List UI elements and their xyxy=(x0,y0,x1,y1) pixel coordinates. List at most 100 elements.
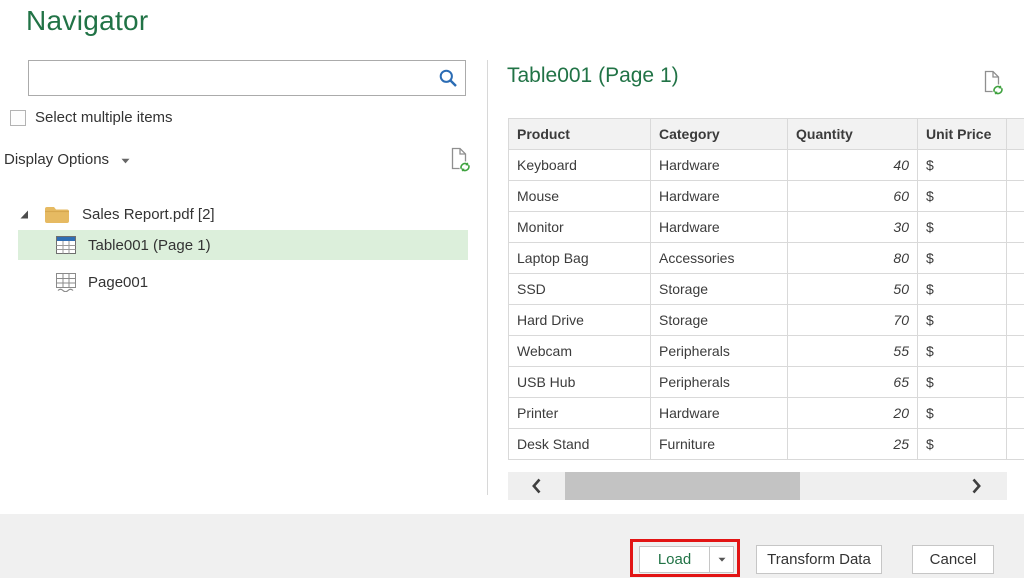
page-icon xyxy=(56,273,76,292)
table-cell-partial xyxy=(1007,398,1024,429)
table-cell-partial xyxy=(1007,305,1024,336)
table-cell: Hardware xyxy=(651,150,788,181)
tree-item-label: Page001 xyxy=(88,274,148,291)
table-cell: Storage xyxy=(651,274,788,305)
table-cell-partial xyxy=(1007,181,1024,212)
table-cell: 25 xyxy=(788,429,918,460)
folder-icon xyxy=(44,205,70,224)
table-cell: 20 xyxy=(788,398,918,429)
table-cell: Peripherals xyxy=(651,336,788,367)
tree-node-label: Sales Report.pdf [2] xyxy=(82,206,215,223)
tree-node-sales-report[interactable]: Sales Report.pdf [2] xyxy=(18,199,468,229)
table-cell: 80 xyxy=(788,243,918,274)
search-input[interactable] xyxy=(29,61,441,95)
tree-item-label: Table001 (Page 1) xyxy=(88,237,211,254)
search-icon[interactable] xyxy=(438,68,458,93)
table-row: MonitorHardware30$ xyxy=(509,212,1024,243)
table-cell-partial xyxy=(1007,150,1024,181)
column-header: Product xyxy=(509,119,651,150)
table-cell: 40 xyxy=(788,150,918,181)
table-cell: $ xyxy=(918,181,1007,212)
table-cell: 60 xyxy=(788,181,918,212)
table-cell: Hard Drive xyxy=(509,305,651,336)
caret-down-icon xyxy=(718,557,726,562)
display-options-dropdown[interactable]: Display Options xyxy=(4,151,130,168)
tree-item-table001[interactable]: Table001 (Page 1) xyxy=(18,230,468,260)
table-cell: 30 xyxy=(788,212,918,243)
table-cell: 55 xyxy=(788,336,918,367)
table-cell: $ xyxy=(918,305,1007,336)
table-cell-partial xyxy=(1007,429,1024,460)
table-cell: $ xyxy=(918,243,1007,274)
table-header-row: ProductCategoryQuantityUnit Price xyxy=(509,119,1024,150)
table-row: PrinterHardware20$ xyxy=(509,398,1024,429)
table-row: MouseHardware60$ xyxy=(509,181,1024,212)
table-cell: SSD xyxy=(509,274,651,305)
table-cell: Furniture xyxy=(651,429,788,460)
table-cell: Hardware xyxy=(651,181,788,212)
table-row: KeyboardHardware40$ xyxy=(509,150,1024,181)
load-dropdown-button[interactable] xyxy=(710,546,734,573)
dialog-title: Navigator xyxy=(26,5,149,37)
table-cell: Webcam xyxy=(509,336,651,367)
table-row: Laptop BagAccessories80$ xyxy=(509,243,1024,274)
scroll-right-icon[interactable] xyxy=(972,478,981,499)
table-cell: Peripherals xyxy=(651,367,788,398)
table-cell: 65 xyxy=(788,367,918,398)
tree-item-page001[interactable]: Page001 xyxy=(18,267,468,297)
preview-table: ProductCategoryQuantityUnit Price Keyboa… xyxy=(508,118,1024,460)
chevron-down-icon xyxy=(121,158,130,164)
table-row: WebcamPeripherals55$ xyxy=(509,336,1024,367)
select-multiple-row: Select multiple items xyxy=(10,109,173,126)
table-row: SSDStorage50$ xyxy=(509,274,1024,305)
pane-divider xyxy=(487,60,488,495)
table-cell: Keyboard xyxy=(509,150,651,181)
table-cell: $ xyxy=(918,336,1007,367)
table-cell: Desk Stand xyxy=(509,429,651,460)
load-button[interactable]: Load xyxy=(639,546,710,573)
table-cell: Monitor xyxy=(509,212,651,243)
preview-title: Table001 (Page 1) xyxy=(507,64,679,88)
table-cell: Laptop Bag xyxy=(509,243,651,274)
scrollbar-thumb[interactable] xyxy=(565,472,800,500)
column-header: Unit Price xyxy=(918,119,1007,150)
transform-data-button[interactable]: Transform Data xyxy=(756,545,882,574)
column-header: Quantity xyxy=(788,119,918,150)
table-cell: $ xyxy=(918,398,1007,429)
table-cell-partial xyxy=(1007,243,1024,274)
table-cell-partial xyxy=(1007,367,1024,398)
table-cell: USB Hub xyxy=(509,367,651,398)
select-multiple-checkbox[interactable] xyxy=(10,110,26,126)
table-cell: Hardware xyxy=(651,398,788,429)
table-cell-partial xyxy=(1007,274,1024,305)
table-cell: Hardware xyxy=(651,212,788,243)
horizontal-scrollbar[interactable] xyxy=(508,472,1007,500)
table-cell: Printer xyxy=(509,398,651,429)
table-cell: Mouse xyxy=(509,181,651,212)
scroll-left-icon[interactable] xyxy=(532,478,541,499)
table-cell: $ xyxy=(918,274,1007,305)
column-header: Category xyxy=(651,119,788,150)
display-options-label: Display Options xyxy=(4,151,109,168)
table-cell: 50 xyxy=(788,274,918,305)
table-icon xyxy=(56,236,76,254)
expand-triangle-icon[interactable] xyxy=(20,210,36,219)
table-cell: $ xyxy=(918,150,1007,181)
column-header-partial xyxy=(1007,119,1024,150)
table-row: Hard DriveStorage70$ xyxy=(509,305,1024,336)
table-row: Desk StandFurniture25$ xyxy=(509,429,1024,460)
search-box xyxy=(28,60,466,96)
table-row: USB HubPeripherals65$ xyxy=(509,367,1024,398)
load-split-button: Load xyxy=(639,546,734,573)
table-cell: $ xyxy=(918,212,1007,243)
refresh-sources-icon[interactable] xyxy=(450,147,471,178)
table-cell: Storage xyxy=(651,305,788,336)
table-cell: 70 xyxy=(788,305,918,336)
table-cell-partial xyxy=(1007,336,1024,367)
select-multiple-label[interactable]: Select multiple items xyxy=(35,109,173,126)
cancel-button[interactable]: Cancel xyxy=(912,545,994,574)
refresh-preview-icon[interactable] xyxy=(983,70,1004,101)
table-cell: $ xyxy=(918,429,1007,460)
table-cell: $ xyxy=(918,367,1007,398)
table-cell: Accessories xyxy=(651,243,788,274)
